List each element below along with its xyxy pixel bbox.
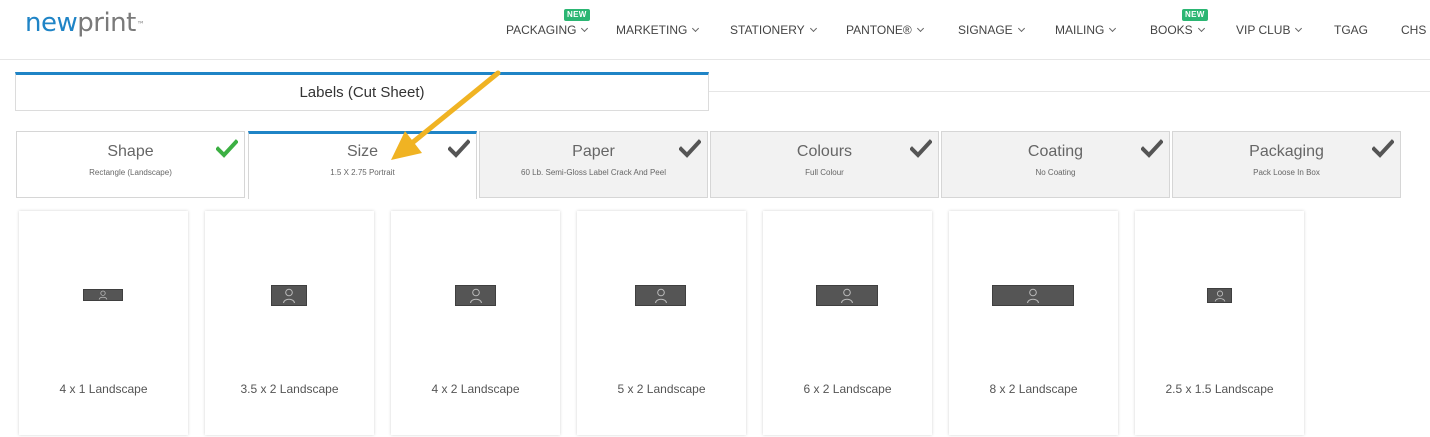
nav-books[interactable]: NEW BOOKS bbox=[1150, 9, 1208, 39]
label-size-thumbnail bbox=[271, 285, 307, 306]
step-name: Size bbox=[346, 143, 379, 160]
label-size-thumbnail bbox=[455, 285, 496, 306]
chevron-down-icon bbox=[809, 24, 817, 33]
label-size-thumbnail bbox=[635, 285, 686, 306]
step-value: Rectangle (Landscape) bbox=[89, 168, 172, 177]
step-name: Coating bbox=[1027, 143, 1084, 160]
label-size-thumbnail bbox=[992, 285, 1074, 306]
chevron-down-icon bbox=[581, 24, 589, 33]
chevron-down-icon bbox=[1017, 24, 1025, 33]
nav-signage[interactable]: SIGNAGE bbox=[958, 21, 1025, 39]
nav-packaging[interactable]: NEW PACKAGING bbox=[506, 9, 590, 39]
chevron-down-icon bbox=[916, 24, 924, 33]
nav-tgag[interactable]: TGAG bbox=[1334, 21, 1368, 39]
step-colours[interactable]: Colours Full Colour bbox=[710, 131, 939, 198]
nav-label: PACKAGING bbox=[506, 23, 577, 37]
chevron-down-icon bbox=[1295, 24, 1303, 33]
step-coating[interactable]: Coating No Coating bbox=[941, 131, 1170, 198]
step-name: Packaging bbox=[1249, 143, 1324, 160]
nav-label: MARKETING bbox=[616, 23, 688, 37]
size-option-card[interactable]: 4 x 2 Landscape bbox=[391, 211, 560, 435]
size-option-card[interactable]: 3.5 x 2 Landscape bbox=[205, 211, 374, 435]
size-option-card[interactable]: 4 x 1 Landscape bbox=[19, 211, 188, 435]
step-value: 60 Lb. Semi-Gloss Label Crack And Peel bbox=[521, 168, 666, 177]
size-option-card[interactable]: 5 x 2 Landscape bbox=[577, 211, 746, 435]
step-packaging[interactable]: Packaging Pack Loose In Box bbox=[1172, 131, 1401, 198]
gray-check-icon bbox=[910, 139, 932, 158]
size-option-label: 4 x 2 Landscape bbox=[431, 382, 520, 396]
chevron-down-icon bbox=[1197, 24, 1205, 33]
gray-check-icon bbox=[1141, 139, 1163, 158]
size-option-card[interactable]: 2.5 x 1.5 Landscape bbox=[1135, 211, 1304, 435]
new-badge: NEW bbox=[564, 9, 590, 21]
label-size-thumbnail bbox=[1207, 288, 1232, 303]
step-value: No Coating bbox=[1035, 168, 1076, 177]
step-paper[interactable]: Paper 60 Lb. Semi-Gloss Label Crack And … bbox=[479, 131, 708, 198]
nav-label: STATIONERY bbox=[730, 23, 805, 37]
size-option-label: 6 x 2 Landscape bbox=[803, 382, 892, 396]
nav-marketing[interactable]: MARKETING bbox=[616, 21, 700, 39]
nav-label: MAILING bbox=[1055, 23, 1105, 37]
gray-check-icon bbox=[448, 139, 470, 158]
size-option-label: 2.5 x 1.5 Landscape bbox=[1165, 382, 1274, 396]
nav-label: VIP CLUB bbox=[1236, 23, 1291, 37]
logo-trademark: ™ bbox=[136, 20, 145, 29]
step-size[interactable]: Size 1.5 X 2.75 Portrait bbox=[248, 131, 477, 199]
nav-label: CHS bbox=[1401, 23, 1427, 37]
size-option-label: 4 x 1 Landscape bbox=[59, 382, 148, 396]
nav-label: SIGNAGE bbox=[958, 23, 1013, 37]
chevron-down-icon bbox=[1109, 24, 1117, 33]
person-icon bbox=[469, 288, 482, 303]
step-name: Paper bbox=[572, 143, 615, 160]
logo-part-print: print bbox=[77, 8, 136, 38]
gray-check-icon bbox=[1372, 139, 1394, 158]
nav-chs[interactable]: CHS bbox=[1401, 21, 1426, 39]
nav-pantone[interactable]: PANTONE® bbox=[846, 21, 924, 39]
step-value: 1.5 X 2.75 Portrait bbox=[330, 168, 395, 177]
person-icon bbox=[841, 288, 853, 303]
product-title: Labels (Cut Sheet) bbox=[15, 72, 709, 111]
green-check-icon bbox=[216, 139, 238, 158]
step-value: Full Colour bbox=[805, 168, 844, 177]
size-option-card[interactable]: 6 x 2 Landscape bbox=[763, 211, 932, 435]
nav-label: BOOKS bbox=[1150, 23, 1193, 37]
nav-vip-club[interactable]: VIP CLUB bbox=[1236, 21, 1303, 39]
gray-check-icon bbox=[679, 139, 701, 158]
chevron-down-icon bbox=[692, 24, 700, 33]
step-name: Colours bbox=[796, 143, 853, 160]
title-divider bbox=[709, 91, 1430, 92]
size-option-label: 5 x 2 Landscape bbox=[617, 382, 706, 396]
person-icon bbox=[283, 288, 295, 303]
size-option-label: 3.5 x 2 Landscape bbox=[240, 382, 339, 396]
step-shape[interactable]: Shape Rectangle (Landscape) bbox=[16, 131, 245, 198]
logo-part-new: new bbox=[25, 8, 78, 38]
step-value: Pack Loose In Box bbox=[1253, 168, 1320, 177]
person-icon bbox=[98, 290, 108, 300]
size-option-label: 8 x 2 Landscape bbox=[989, 382, 1078, 396]
step-name: Shape bbox=[107, 143, 154, 160]
site-header: newprint™ NEW PACKAGING MARKETING STATIO… bbox=[0, 0, 1430, 60]
label-size-thumbnail bbox=[816, 285, 878, 306]
nav-mailing[interactable]: MAILING bbox=[1055, 21, 1117, 39]
person-icon bbox=[1027, 288, 1039, 303]
nav-stationery[interactable]: STATIONERY bbox=[730, 21, 817, 39]
nav-label: TGAG bbox=[1334, 23, 1369, 37]
new-badge: NEW bbox=[1182, 9, 1208, 21]
size-option-card[interactable]: 8 x 2 Landscape bbox=[949, 211, 1118, 435]
newprint-logo[interactable]: newprint™ bbox=[25, 6, 145, 40]
nav-label: PANTONE® bbox=[846, 23, 912, 37]
person-icon bbox=[654, 288, 667, 303]
person-icon bbox=[1214, 290, 1225, 302]
label-size-thumbnail bbox=[83, 289, 123, 301]
